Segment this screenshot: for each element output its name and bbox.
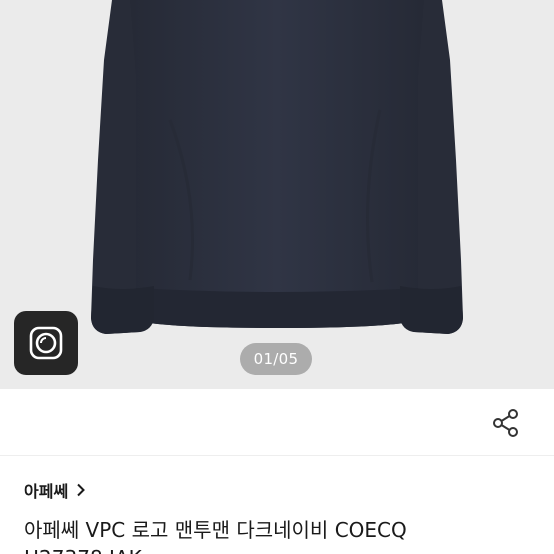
share-icon xyxy=(493,409,518,437)
brand-name: 아페쎄 xyxy=(24,482,69,501)
camera-lens-icon xyxy=(29,326,63,360)
image-page-indicator: 01/05 xyxy=(240,343,312,375)
brand-link[interactable]: 아페쎄 xyxy=(24,478,86,502)
product-image[interactable]: 01/05 xyxy=(0,0,554,389)
photo-view-button[interactable] xyxy=(14,311,78,375)
sweatshirt-photo xyxy=(91,0,463,334)
chevron-right-icon xyxy=(77,483,86,497)
section-divider xyxy=(0,455,554,456)
share-button[interactable] xyxy=(486,403,526,443)
product-title: 아페쎄 VPC 로고 맨투맨 다크네이비 COECQ H27378 IAK xyxy=(24,516,534,554)
product-detail-screen: 01/05 아페쎄 아페쎄 VPC 로고 맨투맨 다크네이비 COECQ H27… xyxy=(0,0,554,554)
product-title-line1: 아페쎄 VPC 로고 맨투맨 다크네이비 COECQ xyxy=(24,518,407,542)
action-row xyxy=(0,389,554,455)
product-title-line2: H27378 IAK xyxy=(24,544,534,554)
